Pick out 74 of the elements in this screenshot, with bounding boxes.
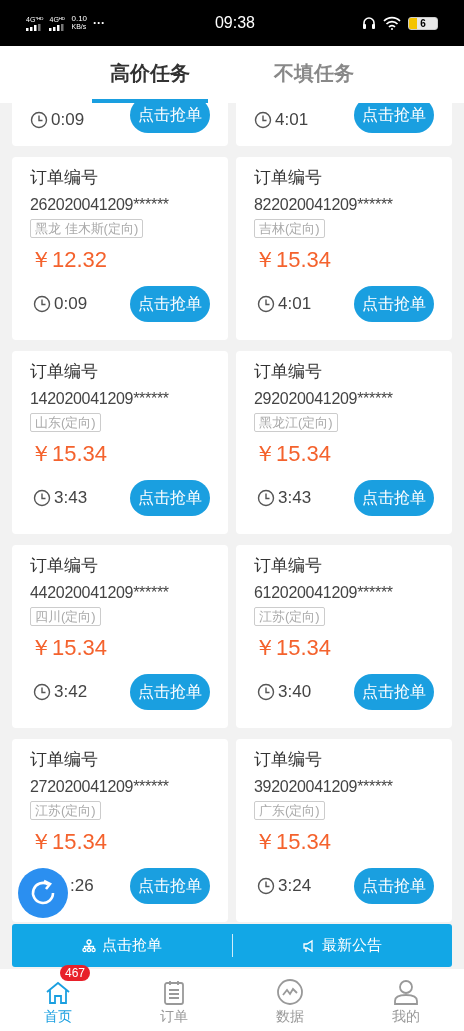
nav-tab[interactable]: 我的: [376, 969, 436, 1031]
order-number: 822020041209******: [254, 195, 394, 215]
price: ￥15.34: [30, 440, 109, 468]
price: ￥15.34: [254, 440, 333, 468]
grab-order-button[interactable]: 点击抢单: [130, 674, 210, 710]
clock-icon: [254, 110, 272, 129]
grab-order-button[interactable]: 点击抢单: [130, 103, 210, 133]
battery-indicator: 6: [408, 16, 438, 30]
chart-icon: [276, 978, 304, 1006]
order-label: 订单编号: [254, 167, 323, 189]
nav-tab[interactable]: 订单: [144, 969, 204, 1031]
price: ￥15.34: [254, 634, 333, 662]
announcement-button[interactable]: 最新公告: [302, 934, 383, 957]
signal-icon: [49, 23, 66, 31]
nav-tab[interactable]: 数据: [260, 969, 320, 1031]
region-tag: 黑龙江(定向): [254, 413, 338, 432]
order-label: 订单编号: [30, 361, 99, 383]
countdown-time: 0:09: [54, 293, 88, 316]
countdown-time: 3:43: [278, 487, 312, 510]
order-number: 442020041209******: [30, 583, 170, 603]
countdown-time: 3:24: [278, 875, 312, 898]
countdown-time: 0:09: [51, 109, 85, 131]
order-label: 订单编号: [254, 555, 323, 577]
countdown-time: 3:43: [54, 487, 88, 510]
tab[interactable]: 不填任务: [256, 46, 372, 103]
headphones-icon: [362, 16, 376, 30]
countdown-time: 3:42: [54, 681, 88, 704]
order-number: 612020041209******: [254, 583, 394, 603]
grab-order-button[interactable]: 点击抢单: [130, 480, 210, 516]
region-tag: 黑龙 佳木斯(定向): [30, 219, 144, 238]
region-tag: 江苏(定向): [30, 801, 101, 820]
countdown-time: 3:40: [278, 681, 312, 704]
region-tag: 山东(定向): [30, 413, 101, 432]
wifi-icon: [383, 16, 401, 30]
signal-icon: [26, 23, 42, 31]
region-tag: 广东(定向): [254, 801, 325, 820]
price: ￥15.34: [30, 828, 109, 856]
grab-order-button[interactable]: 点击抢单: [130, 286, 210, 322]
order-label: 订单编号: [30, 167, 99, 189]
grab-order-button[interactable]: 点击抢单: [354, 480, 434, 516]
order-label: 订单编号: [30, 749, 99, 771]
grab-order-button[interactable]: 点击抢单: [130, 868, 210, 904]
grab-order-button[interactable]: 点击抢单: [354, 674, 434, 710]
user-icon: [392, 978, 420, 1006]
more-indicator: ···: [93, 15, 106, 32]
countdown-time: 4:01: [275, 109, 309, 131]
order-label: 订单编号: [254, 361, 323, 383]
network-icon: [81, 938, 96, 953]
grab-order-button[interactable]: 点击抢单: [354, 103, 434, 133]
grab-order-button[interactable]: 点击抢单: [81, 934, 162, 957]
price: ￥15.34: [254, 246, 333, 274]
home-icon: [44, 980, 72, 1006]
clock-time: 09:38: [213, 13, 256, 33]
price: ￥15.34: [254, 828, 333, 856]
clock-icon: [30, 110, 48, 129]
order-number: 392020041209******: [254, 777, 394, 797]
order-label: 订单编号: [254, 749, 323, 771]
order-number: 292020041209******: [254, 389, 394, 409]
speed-value: 0.10: [71, 15, 88, 23]
countdown-time: 4:01: [278, 293, 312, 316]
order-label: 订单编号: [30, 555, 99, 577]
order-number: 142020041209******: [30, 389, 170, 409]
grab-order-button[interactable]: 点击抢单: [354, 286, 434, 322]
order-number: 272020041209******: [30, 777, 170, 797]
price: ￥12.32: [30, 246, 109, 274]
order-number: 262020041209******: [30, 195, 170, 215]
region-tag: 吉林(定向): [254, 219, 325, 238]
region-tag: 四川(定向): [30, 607, 101, 626]
countdown-time: :26: [70, 875, 94, 898]
notification-badge: 467: [60, 965, 91, 981]
grab-order-button[interactable]: 点击抢单: [354, 868, 434, 904]
price: ￥15.34: [30, 634, 109, 662]
clipboard-icon: [162, 980, 186, 1006]
region-tag: 江苏(定向): [254, 607, 325, 626]
